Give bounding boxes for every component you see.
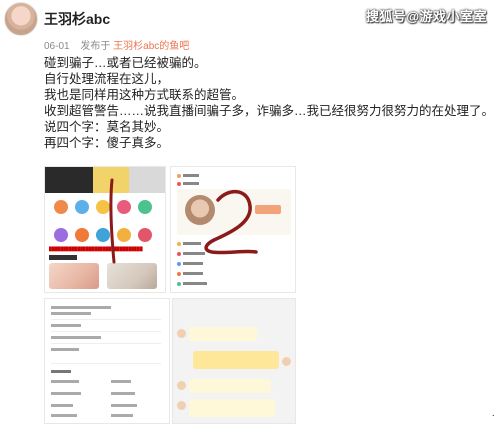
screenshot-app-home[interactable]: █████████████████████████████████ xyxy=(44,166,166,293)
streamer-photo xyxy=(107,263,157,289)
help-row xyxy=(51,379,131,384)
menu-row xyxy=(177,173,199,178)
chat-avatar xyxy=(282,357,291,366)
chat-bubble xyxy=(189,399,275,417)
profile-button xyxy=(255,205,281,214)
chat-bubble xyxy=(189,379,271,393)
help-row xyxy=(51,391,135,396)
chat-avatar xyxy=(177,329,186,338)
post-body: 碰到骗子…或者已经被骗的。 自行处理流程在这儿， 我也是同样用这种方式联系的超管… xyxy=(44,55,494,151)
help-row xyxy=(51,335,101,340)
help-row xyxy=(51,347,79,352)
avatar[interactable] xyxy=(4,2,38,36)
icon-grid xyxy=(51,197,161,253)
post-meta: 06-01 发布于 王羽杉abc的鱼吧 xyxy=(44,37,189,52)
post-line: 碰到骗子…或者已经被骗的。 xyxy=(44,56,207,70)
username[interactable]: 王羽杉abc xyxy=(44,9,110,29)
post-line: 再四个字：傻子真多。 xyxy=(44,136,170,150)
menu-row xyxy=(177,251,205,256)
chat-avatar xyxy=(177,381,186,390)
published-in-prefix: 发布于 xyxy=(80,41,111,52)
screenshot-profile-page[interactable] xyxy=(170,166,296,293)
chat-avatar xyxy=(177,401,186,410)
menu-row xyxy=(177,241,201,246)
help-row xyxy=(51,311,91,316)
screenshot-chat[interactable] xyxy=(172,298,296,424)
chat-bubble xyxy=(189,327,257,341)
menu-row xyxy=(177,271,203,276)
chat-bubble xyxy=(193,351,279,369)
menu-row xyxy=(177,281,207,286)
screenshot-help-page[interactable] xyxy=(44,298,170,424)
menu-row xyxy=(177,261,203,266)
help-row xyxy=(51,305,111,310)
post-line: 自行处理流程在这儿， xyxy=(44,72,170,86)
notice-bar: █████████████████████████████████ xyxy=(49,246,143,251)
post-line: 我也是同样用这种方式联系的超管。 xyxy=(44,88,245,102)
section-title-bar xyxy=(49,255,77,260)
post-line: 收到超管警告……说我直播间骗子多，诈骗多…我已经很努力很努力的在处理了。 xyxy=(44,104,495,118)
help-row xyxy=(51,403,137,408)
post-date: 06-01 xyxy=(44,41,70,52)
menu-row xyxy=(177,181,199,186)
watermark: 搜狐号@游戏小室室 xyxy=(365,9,487,24)
post-line: 说四个字：莫名其妙。 xyxy=(44,120,170,134)
trailing-dot: · xyxy=(491,410,495,421)
help-row xyxy=(51,413,133,418)
fish-bar-link[interactable]: 王羽杉abc的鱼吧 xyxy=(113,41,189,52)
streamer-photo xyxy=(49,263,99,289)
help-row xyxy=(51,323,81,328)
help-row xyxy=(51,369,71,374)
banner-image xyxy=(45,167,165,193)
profile-avatar xyxy=(185,195,215,225)
